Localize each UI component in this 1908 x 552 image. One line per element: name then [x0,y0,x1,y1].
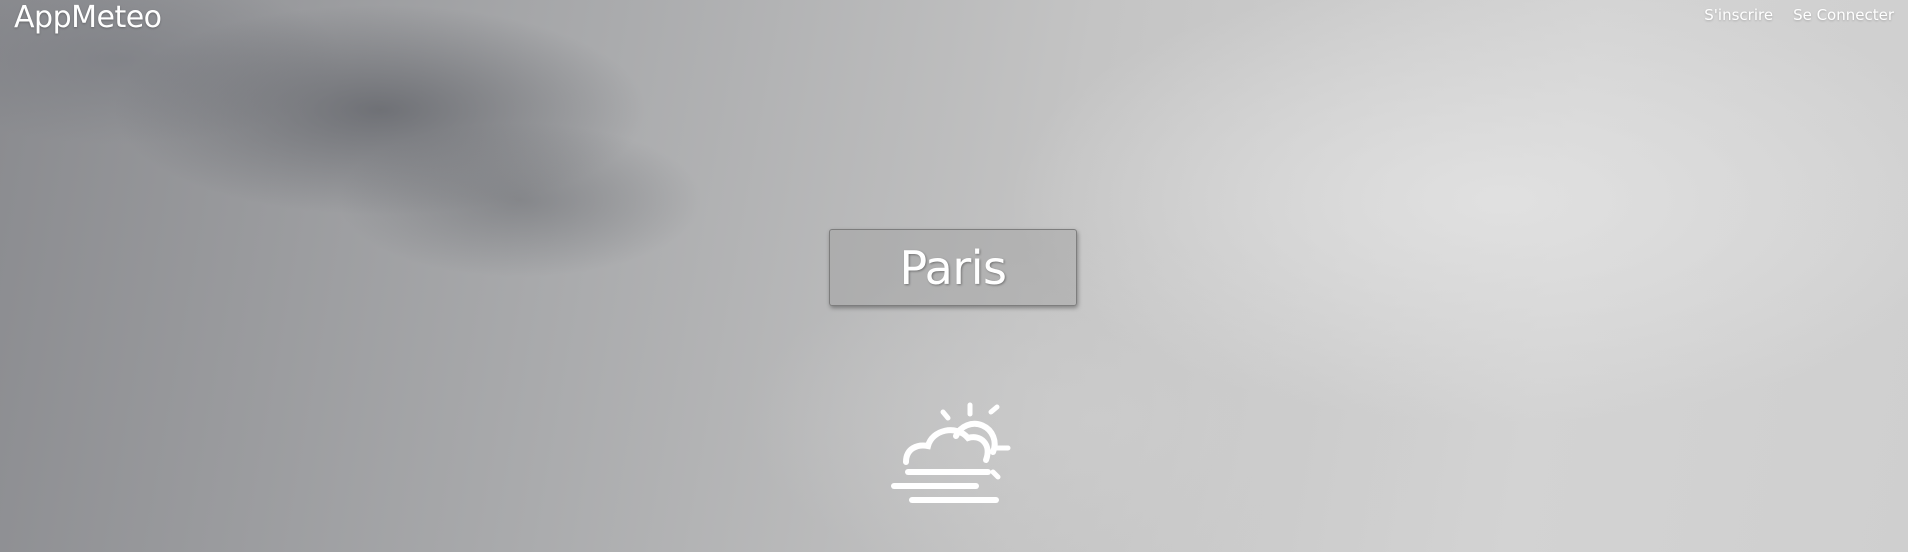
city-box[interactable]: Paris [829,229,1077,306]
app-logo[interactable]: AppMeteo [14,0,162,35]
login-link[interactable]: Se Connecter [1793,6,1894,24]
city-name: Paris [899,240,1007,295]
top-nav: S'inscrire Se Connecter [1704,6,1894,24]
signup-link[interactable]: S'inscrire [1704,6,1773,24]
sun-behind-cloud-fog-icon [891,402,1011,503]
